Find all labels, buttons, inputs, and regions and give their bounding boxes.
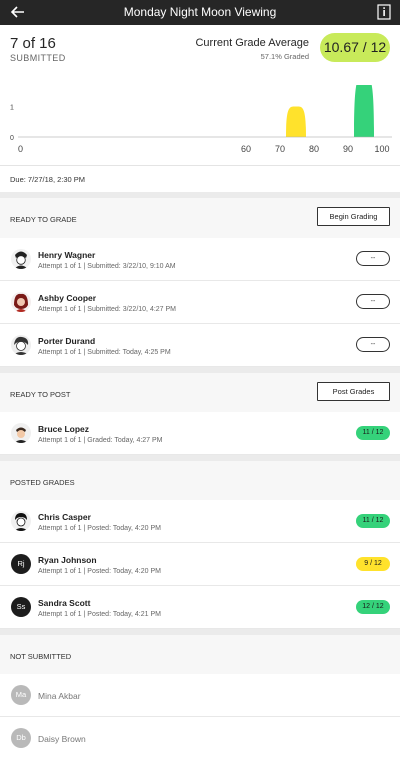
avatar-initials: Ss (11, 597, 31, 617)
info-doc-icon[interactable] (377, 4, 391, 20)
section-label: POSTED GRADES (10, 478, 75, 487)
graded-percent: 57.1% Graded (260, 52, 309, 61)
grade-summary: 7 of 16 SUBMITTED Current Grade Average … (0, 25, 400, 165)
grade-pill[interactable]: 11 / 12 (356, 426, 390, 440)
student-name: Mina Akbar (38, 691, 81, 701)
ready-to-grade-header: READY TO GRADE Begin Grading (0, 198, 400, 241)
section-label: NOT SUBMITTED (10, 652, 72, 661)
post-grades-button[interactable]: Post Grades (317, 382, 390, 401)
attempt-info: Attempt 1 of 1 | Graded: Today, 4:27 PM (38, 437, 163, 444)
student-row[interactable]: Bruce Lopez Attempt 1 of 1 | Graded: Tod… (0, 412, 400, 455)
student-name: Porter Durand (38, 336, 96, 346)
attempt-info: Attempt 1 of 1 | Submitted: 3/22/10, 4:2… (38, 306, 177, 313)
student-row[interactable]: Ma Mina Akbar (0, 674, 400, 717)
y-tick-label: 0 (10, 135, 14, 142)
section-label: READY TO POST (10, 390, 71, 399)
avatar (11, 335, 31, 355)
student-row[interactable]: Ss Sandra Scott Attempt 1 of 1 | Posted:… (0, 586, 400, 629)
posted-grades-header: POSTED GRADES (0, 461, 400, 504)
avatar (11, 249, 31, 269)
student-name: Henry Wagner (38, 250, 96, 260)
page-title: Monday Night Moon Viewing (123, 5, 277, 19)
student-row[interactable]: Db Daisy Brown (0, 717, 400, 759)
grade-pill[interactable]: -- (356, 294, 390, 309)
x-tick-label: 70 (275, 144, 285, 154)
grade-average-badge: 10.67 / 12 (320, 33, 390, 62)
student-row[interactable]: Ashby Cooper Attempt 1 of 1 | Submitted:… (0, 281, 400, 324)
avatar (11, 292, 31, 312)
submission-count: 7 of 16 (10, 35, 56, 52)
x-tick-label: 90 (343, 144, 353, 154)
avatar-initials: Db (11, 728, 31, 748)
avatar-initials: Rj (11, 554, 31, 574)
student-row[interactable]: Henry Wagner Attempt 1 of 1 | Submitted:… (0, 238, 400, 281)
x-tick-label: 60 (241, 144, 251, 154)
avatar (11, 423, 31, 443)
grade-pill[interactable]: -- (356, 251, 390, 266)
x-tick-label: 100 (374, 144, 389, 154)
due-date-bar: Due: 7/27/18, 2:30 PM (0, 165, 400, 192)
avatar-initials: Ma (11, 685, 31, 705)
grade-pill[interactable]: 12 / 12 (356, 600, 390, 614)
distribution-area-1 (354, 85, 374, 137)
not-submitted-header: NOT SUBMITTED (0, 635, 400, 678)
attempt-info: Attempt 1 of 1 | Posted: Today, 4:20 PM (38, 525, 161, 532)
avatar (11, 511, 31, 531)
x-tick-label: 0 (18, 144, 23, 154)
grade-pill[interactable]: 9 / 12 (356, 557, 390, 571)
student-name: Daisy Brown (38, 734, 86, 744)
submitted-label: SUBMITTED (10, 53, 66, 63)
average-label: Current Grade Average (195, 37, 309, 49)
section-label: READY TO GRADE (10, 215, 77, 224)
student-name: Bruce Lopez (38, 424, 90, 434)
student-name: Ryan Johnson (38, 555, 97, 565)
attempt-info: Attempt 1 of 1 | Submitted: 3/22/10, 9:1… (38, 263, 176, 270)
student-row[interactable]: Porter Durand Attempt 1 of 1 | Submitted… (0, 324, 400, 367)
student-name: Ashby Cooper (38, 293, 97, 303)
y-tick-label: 1 (10, 105, 14, 112)
student-row[interactable]: Rj Ryan Johnson Attempt 1 of 1 | Posted:… (0, 543, 400, 586)
distribution-area-0 (286, 106, 306, 137)
student-name: Chris Casper (38, 512, 91, 522)
attempt-info: Attempt 1 of 1 | Submitted: Today, 4:25 … (38, 349, 171, 356)
ready-to-post-header: READY TO POST Post Grades (0, 373, 400, 416)
x-tick-label: 80 (309, 144, 319, 154)
student-name: Sandra Scott (38, 598, 91, 608)
grade-pill[interactable]: 11 / 12 (356, 514, 390, 528)
begin-grading-button[interactable]: Begin Grading (317, 207, 390, 226)
attempt-info: Attempt 1 of 1 | Posted: Today, 4:20 PM (38, 568, 161, 575)
top-bar: Monday Night Moon Viewing (0, 0, 400, 25)
grade-pill[interactable]: -- (356, 337, 390, 352)
attempt-info: Attempt 1 of 1 | Posted: Today, 4:21 PM (38, 611, 161, 618)
due-date: Due: 7/27/18, 2:30 PM (10, 175, 86, 184)
student-row[interactable]: Chris Casper Attempt 1 of 1 | Posted: To… (0, 500, 400, 543)
